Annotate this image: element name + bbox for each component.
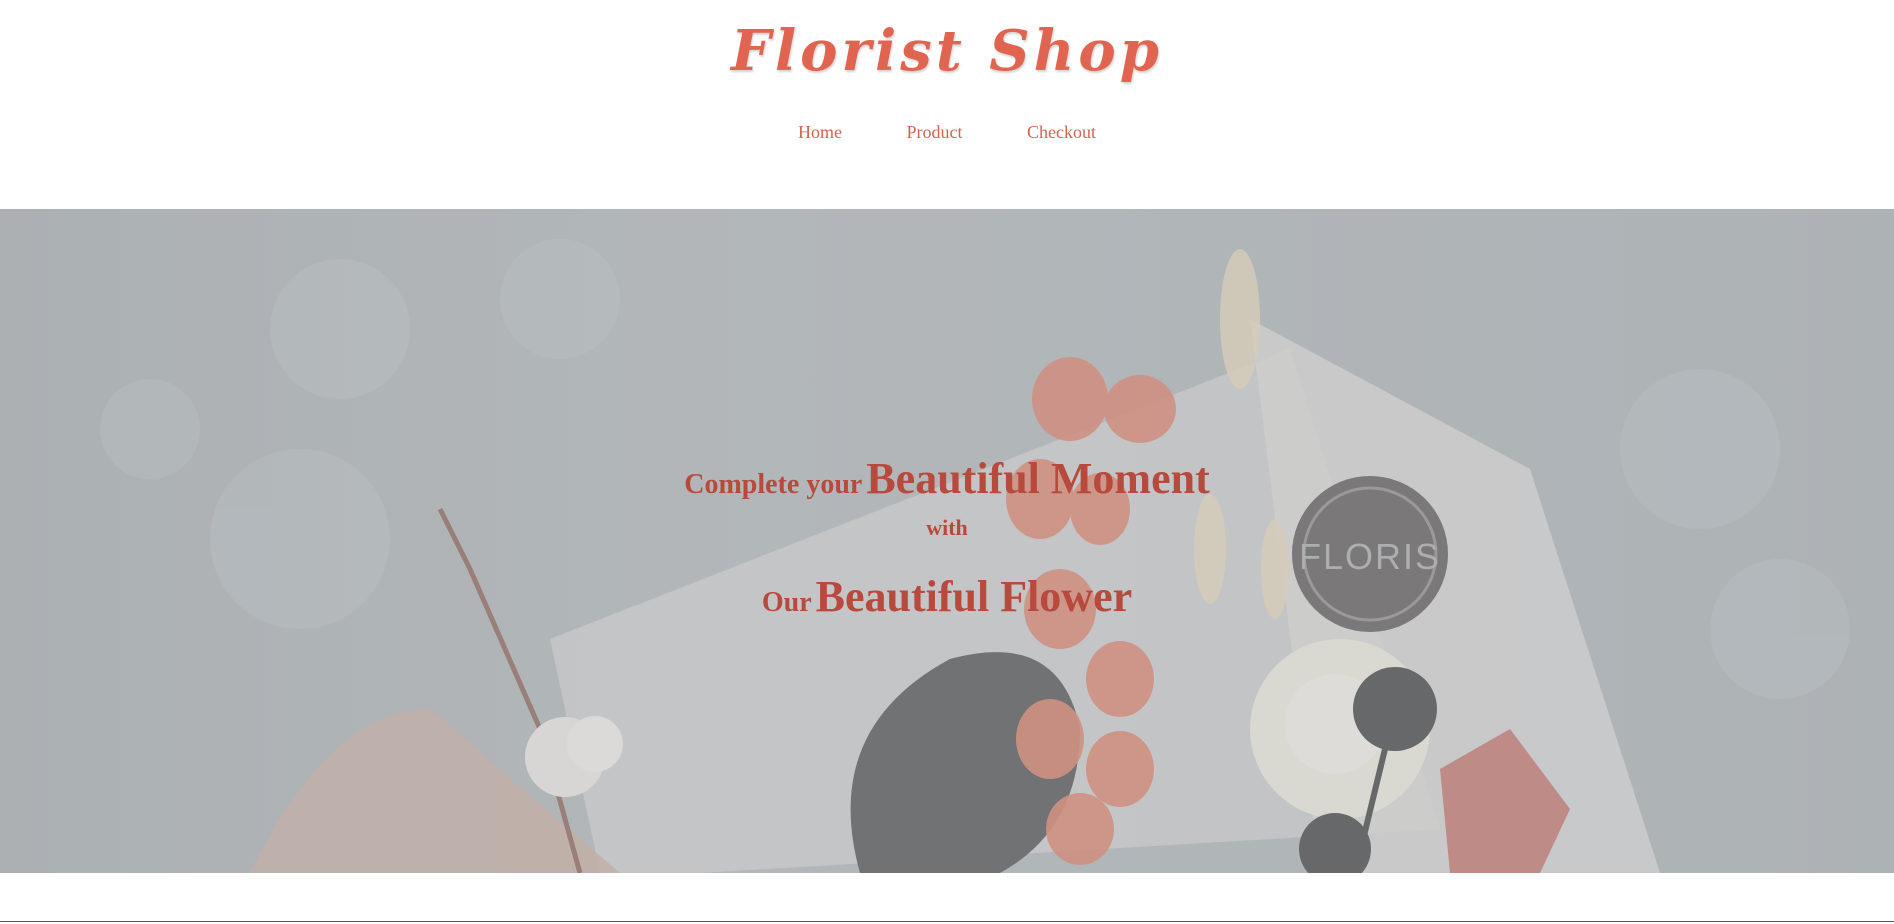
hero-banner: FLORIS Complete your Beautiful Moment wi… xyxy=(0,209,1894,873)
hero-line2: with xyxy=(926,515,968,540)
nav-checkout[interactable]: Checkout xyxy=(1027,122,1096,143)
hero-headline: Complete your Beautiful Moment with Our … xyxy=(0,453,1894,622)
nav-product[interactable]: Product xyxy=(907,122,963,143)
hero-line1-small: Complete your xyxy=(684,469,863,500)
site-logo[interactable]: Florist Shop xyxy=(0,18,1894,84)
main-nav: Home Product Checkout xyxy=(0,122,1894,143)
hero-line3-small: Our xyxy=(761,587,812,618)
footer-divider xyxy=(0,921,1894,922)
site-header: Florist Shop Home Product Checkout xyxy=(0,0,1894,209)
hero-line1-big: Beautiful Moment xyxy=(866,454,1210,503)
nav-home[interactable]: Home xyxy=(798,122,842,143)
hero-line3-big: Beautiful Flower xyxy=(815,572,1133,621)
